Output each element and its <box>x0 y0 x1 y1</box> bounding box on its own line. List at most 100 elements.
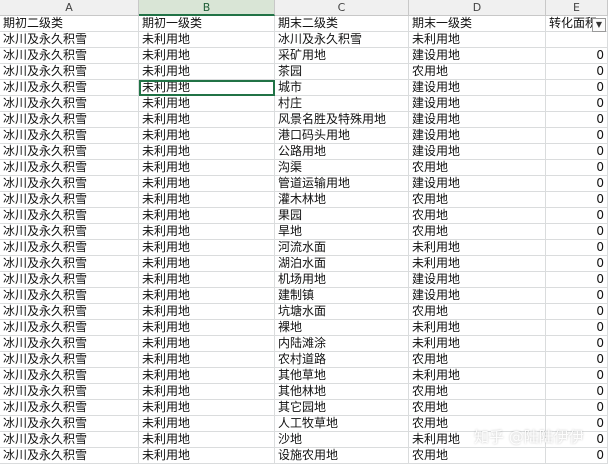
table-cell[interactable]: 人工牧草地 <box>275 416 409 432</box>
table-cell[interactable]: 农用地 <box>409 384 546 400</box>
table-cell[interactable]: 0 <box>546 368 608 384</box>
column-header-b[interactable]: B <box>139 0 275 16</box>
table-cell[interactable]: 0 <box>546 224 608 240</box>
table-cell[interactable] <box>546 32 608 48</box>
table-cell[interactable]: 未利用地 <box>139 48 275 64</box>
table-cell[interactable]: 冰川及永久积雪 <box>0 128 139 144</box>
header-cell[interactable]: 期初一级类 <box>139 16 275 32</box>
table-cell[interactable]: 冰川及永久积雪 <box>0 240 139 256</box>
table-cell[interactable]: 0 <box>546 160 608 176</box>
table-cell[interactable]: 村庄 <box>275 96 409 112</box>
table-cell[interactable]: 湖泊水面 <box>275 256 409 272</box>
table-cell[interactable]: 果园 <box>275 208 409 224</box>
table-cell[interactable]: 冰川及永久积雪 <box>0 336 139 352</box>
table-cell[interactable]: 农用地 <box>409 448 546 464</box>
table-cell[interactable]: 未利用地 <box>139 192 275 208</box>
table-cell[interactable]: 冰川及永久积雪 <box>0 64 139 80</box>
table-cell[interactable]: 机场用地 <box>275 272 409 288</box>
table-cell[interactable]: 冰川及永久积雪 <box>0 144 139 160</box>
table-cell[interactable]: 0 <box>546 80 608 96</box>
table-cell[interactable]: 管道运输用地 <box>275 176 409 192</box>
table-cell[interactable]: 0 <box>546 448 608 464</box>
column-header-d[interactable]: D <box>409 0 546 16</box>
table-cell[interactable]: 冰川及永久积雪 <box>0 256 139 272</box>
table-cell[interactable]: 未利用地 <box>139 320 275 336</box>
table-cell[interactable]: 0 <box>546 208 608 224</box>
table-cell[interactable]: 0 <box>546 112 608 128</box>
table-cell[interactable]: 冰川及永久积雪 <box>0 432 139 448</box>
table-cell[interactable]: 沙地 <box>275 432 409 448</box>
table-cell[interactable]: 冰川及永久积雪 <box>0 160 139 176</box>
table-cell[interactable]: 冰川及永久积雪 <box>275 32 409 48</box>
table-cell[interactable]: 农用地 <box>409 64 546 80</box>
table-cell[interactable]: 0 <box>546 64 608 80</box>
table-cell[interactable]: 农用地 <box>409 224 546 240</box>
table-cell[interactable]: 冰川及永久积雪 <box>0 448 139 464</box>
table-cell[interactable]: 0 <box>546 272 608 288</box>
table-cell[interactable]: 0 <box>546 352 608 368</box>
table-cell[interactable]: 建设用地 <box>409 48 546 64</box>
table-cell[interactable]: 未利用地 <box>139 288 275 304</box>
table-cell[interactable]: 冰川及永久积雪 <box>0 368 139 384</box>
table-cell[interactable]: 未利用地 <box>409 336 546 352</box>
table-cell[interactable]: 未利用地 <box>139 432 275 448</box>
table-cell[interactable]: 裸地 <box>275 320 409 336</box>
column-header-a[interactable]: A <box>0 0 139 16</box>
table-cell[interactable]: 冰川及永久积雪 <box>0 416 139 432</box>
column-header-e[interactable]: E <box>546 0 608 16</box>
table-cell[interactable]: 冰川及永久积雪 <box>0 80 139 96</box>
table-cell[interactable]: 未利用地 <box>409 240 546 256</box>
table-cell[interactable]: 茶园 <box>275 64 409 80</box>
table-cell[interactable]: 0 <box>546 192 608 208</box>
table-cell[interactable]: 农用地 <box>409 192 546 208</box>
table-cell[interactable]: 冰川及永久积雪 <box>0 176 139 192</box>
table-cell[interactable]: 未利用地 <box>139 160 275 176</box>
header-cell[interactable]: 期末二级类 <box>275 16 409 32</box>
header-cell[interactable]: 期初二级类 <box>0 16 139 32</box>
table-cell[interactable]: 农用地 <box>409 352 546 368</box>
chevron-down-icon[interactable]: ▼ <box>592 18 606 32</box>
table-cell[interactable]: 采矿用地 <box>275 48 409 64</box>
table-cell[interactable]: 未利用地 <box>409 432 546 448</box>
table-cell[interactable]: 0 <box>546 320 608 336</box>
table-cell[interactable]: 未利用地 <box>139 32 275 48</box>
table-cell[interactable]: 农用地 <box>409 416 546 432</box>
table-cell[interactable]: 坑塘水面 <box>275 304 409 320</box>
table-cell[interactable]: 未利用地 <box>139 272 275 288</box>
table-cell[interactable]: 未利用地 <box>139 256 275 272</box>
table-cell[interactable]: 冰川及永久积雪 <box>0 272 139 288</box>
table-cell[interactable]: 0 <box>546 416 608 432</box>
table-cell[interactable]: 冰川及永久积雪 <box>0 400 139 416</box>
table-cell[interactable]: 0 <box>546 288 608 304</box>
table-cell[interactable]: 未利用地 <box>409 320 546 336</box>
table-cell[interactable]: 未利用地 <box>409 32 546 48</box>
table-cell[interactable]: 其它园地 <box>275 400 409 416</box>
table-cell[interactable]: 建设用地 <box>409 144 546 160</box>
table-cell[interactable]: 未利用地 <box>139 352 275 368</box>
table-cell[interactable]: 未利用地 <box>139 112 275 128</box>
table-cell[interactable]: 未利用地 <box>409 368 546 384</box>
table-cell[interactable]: 冰川及永久积雪 <box>0 320 139 336</box>
table-cell[interactable]: 冰川及永久积雪 <box>0 112 139 128</box>
table-cell[interactable]: 农用地 <box>409 400 546 416</box>
table-cell[interactable]: 未利用地 <box>139 304 275 320</box>
table-cell[interactable]: 冰川及永久积雪 <box>0 224 139 240</box>
table-cell[interactable]: 建设用地 <box>409 112 546 128</box>
active-cell[interactable]: 未利用地 <box>139 80 275 96</box>
table-cell[interactable]: 0 <box>546 400 608 416</box>
table-cell[interactable]: 建设用地 <box>409 80 546 96</box>
table-cell[interactable]: 未利用地 <box>139 336 275 352</box>
table-cell[interactable]: 未利用地 <box>139 240 275 256</box>
table-cell[interactable]: 港口码头用地 <box>275 128 409 144</box>
table-cell[interactable]: 内陆滩涂 <box>275 336 409 352</box>
table-cell[interactable]: 未利用地 <box>139 176 275 192</box>
table-cell[interactable]: 冰川及永久积雪 <box>0 384 139 400</box>
table-cell[interactable]: 冰川及永久积雪 <box>0 48 139 64</box>
table-cell[interactable]: 农用地 <box>409 208 546 224</box>
table-cell[interactable]: 冰川及永久积雪 <box>0 192 139 208</box>
table-cell[interactable]: 0 <box>546 144 608 160</box>
table-cell[interactable]: 0 <box>546 96 608 112</box>
table-cell[interactable]: 冰川及永久积雪 <box>0 352 139 368</box>
table-cell[interactable]: 旱地 <box>275 224 409 240</box>
table-cell[interactable]: 农用地 <box>409 304 546 320</box>
